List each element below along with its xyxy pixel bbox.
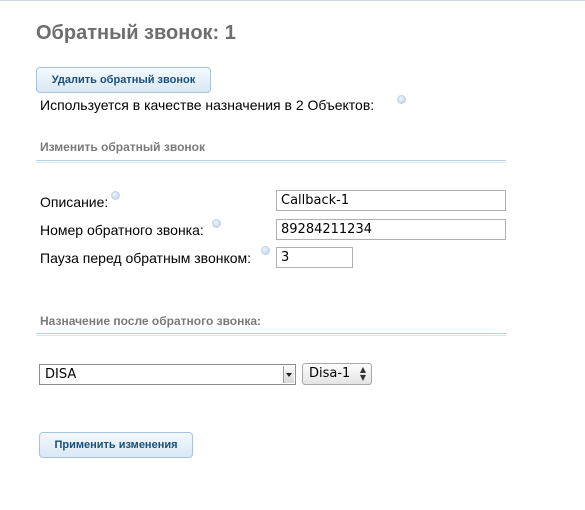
help-icon[interactable] [212, 219, 221, 228]
description-label: Описание: [40, 194, 109, 210]
help-icon[interactable] [397, 95, 406, 104]
chevron-down-icon[interactable] [283, 366, 294, 383]
edit-section-title: Изменить обратный звонок [40, 140, 205, 154]
callback-number-input[interactable] [276, 219, 506, 240]
pause-label: Пауза перед обратным звонком: [40, 250, 252, 266]
top-border [0, 0, 585, 1]
destination-type-select[interactable]: DISA [39, 364, 296, 385]
spin-arrows-icon: ▲ ▼ [359, 365, 366, 382]
destination-section-divider [36, 333, 506, 336]
page-title: Обратный звонок: 1 [36, 22, 236, 44]
pause-input[interactable] [276, 247, 353, 268]
delete-callback-button[interactable]: Удалить обратный звонок [36, 67, 211, 93]
help-icon[interactable] [261, 246, 270, 255]
edit-section-divider [36, 160, 506, 163]
help-icon[interactable] [111, 191, 120, 200]
usage-text: Используется в качестве назначения в 2 О… [40, 97, 375, 113]
callback-number-label: Номер обратного звонка: [40, 222, 204, 238]
destination-type-value: DISA [45, 367, 77, 382]
description-input[interactable] [276, 190, 506, 211]
destination-target-value: Disa-1 [309, 366, 351, 381]
apply-changes-button[interactable]: Применить изменения [39, 432, 193, 458]
destination-section-title: Назначение после обратного звонка: [40, 314, 262, 328]
destination-target-select[interactable]: Disa-1 ▲ ▼ [302, 363, 372, 385]
